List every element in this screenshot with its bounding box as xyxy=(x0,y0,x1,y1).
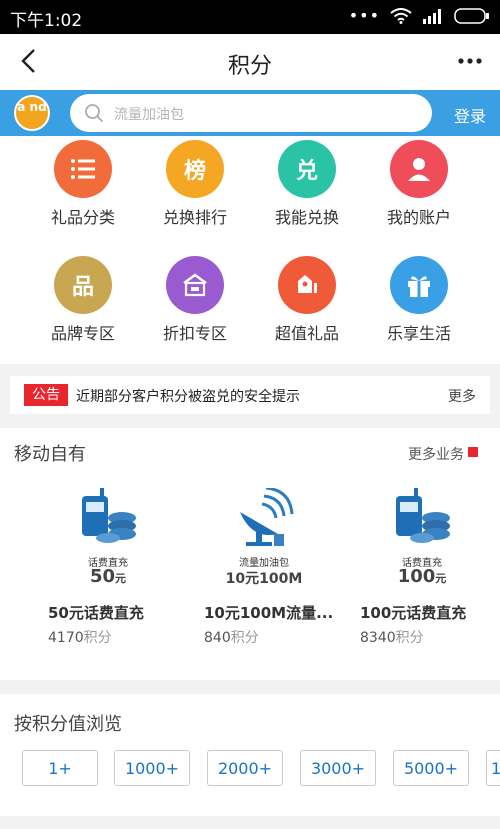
points-filter-button[interactable]: 1 xyxy=(486,750,500,786)
product-card[interactable]: 话费直充 100元 100元话费直充 8340积分 xyxy=(360,488,500,647)
section-title: 移动自有 xyxy=(14,444,86,465)
own-products-section: 移动自有 更多业务 话费直充 50元 50元话费直充 4170积分 流量加油包 … xyxy=(0,428,500,680)
phone-coins-icon xyxy=(396,488,450,543)
product-image-amount: 100元 xyxy=(397,566,447,587)
product-image[interactable]: 话费直充 50元 xyxy=(48,488,198,598)
product-card[interactable]: 话费直充 50元 50元话费直充 4170积分 xyxy=(48,488,198,647)
login-button[interactable]: 登录 xyxy=(454,103,486,127)
grid-item-gift-category[interactable]: 礼品分类 xyxy=(27,140,139,228)
browse-by-points-section: 按积分值浏览 1+ 1000+ 2000+ 3000+ 5000+ 1 xyxy=(0,694,500,829)
title-bar: 积分 xyxy=(0,34,500,90)
battery-icon xyxy=(454,8,489,24)
grid-item-enjoy-life[interactable]: 乐享生活 xyxy=(363,256,475,344)
product-image-amount: 50元 xyxy=(89,566,127,587)
brand-icon: 品 xyxy=(54,256,112,314)
more-menu-icon[interactable] xyxy=(456,46,484,76)
more-arrow-icon[interactable] xyxy=(468,447,478,457)
grid-item-can-redeem[interactable]: 兑 我能兑换 xyxy=(251,140,363,228)
status-icons: ••• xyxy=(349,8,490,24)
status-bar: 下午1:02 ••• xyxy=(0,0,500,34)
points-filter-button[interactable]: 3000+ xyxy=(300,750,376,786)
redeem-icon: 兑 xyxy=(278,140,336,198)
product-image[interactable]: 流量加油包 10元100M xyxy=(204,488,354,598)
grid-item-discount[interactable]: 折扣专区 xyxy=(139,256,251,344)
grid-label: 礼品分类 xyxy=(50,208,115,227)
user-icon xyxy=(390,140,448,198)
bottom-spacer xyxy=(0,816,500,829)
points-filter-button[interactable]: 5000+ xyxy=(393,750,469,786)
product-image-amount: 10元100M xyxy=(225,571,303,587)
search-icon xyxy=(85,104,104,123)
grid-item-value-gifts[interactable]: 超值礼品 xyxy=(251,256,363,344)
more-dots-icon: ••• xyxy=(348,6,380,25)
grid-label: 兑换排行 xyxy=(162,208,227,227)
gift-hand-icon xyxy=(278,256,336,314)
and-logo: a nd xyxy=(14,95,50,131)
gift-box-icon xyxy=(390,256,448,314)
product-points: 8340积分 xyxy=(360,630,424,646)
wifi-icon xyxy=(390,8,412,24)
product-name[interactable]: 100元话费直充 xyxy=(360,602,500,623)
grid-label: 我的账户 xyxy=(386,208,451,227)
product-image-caption: 流量加油包 xyxy=(239,558,289,569)
notice-more-link[interactable]: 更多 xyxy=(448,386,476,406)
grid-label: 折扣专区 xyxy=(162,324,227,343)
grid-label: 品牌专区 xyxy=(50,324,115,343)
grid-item-brand[interactable]: 品 品牌专区 xyxy=(27,256,139,344)
ranking-icon: 榜 xyxy=(166,140,224,198)
search-bar: a nd 流量加油包 登录 xyxy=(0,90,500,136)
product-card[interactable]: 流量加油包 10元100M 10元100M流量... 840积分 xyxy=(204,488,354,647)
list-icon xyxy=(54,140,112,198)
browse-title: 按积分值浏览 xyxy=(14,714,122,735)
satellite-dish-icon xyxy=(240,488,294,546)
points-filter-button[interactable]: 1+ xyxy=(22,750,98,786)
points-filter-button[interactable]: 1000+ xyxy=(114,750,190,786)
grid-item-ranking[interactable]: 榜 兑换排行 xyxy=(139,140,251,228)
product-points: 840积分 xyxy=(204,630,259,646)
product-image[interactable]: 话费直充 100元 xyxy=(360,488,500,598)
signal-icon xyxy=(423,9,441,24)
product-name[interactable]: 50元话费直充 xyxy=(48,602,198,623)
search-placeholder: 流量加油包 xyxy=(114,107,184,123)
notice-bar[interactable]: 公告 近期部分客户积分被盗兑的安全提示 更多 xyxy=(10,376,490,414)
product-name[interactable]: 10元100M流量... xyxy=(204,602,354,623)
points-filter-button[interactable]: 2000+ xyxy=(207,750,283,786)
page-title: 积分 xyxy=(227,54,272,79)
notice-badge: 公告 xyxy=(24,384,68,406)
category-grid: 礼品分类 榜 兑换排行 兑 我能兑换 我的账户 品 品牌专区 折扣专区 超值礼品… xyxy=(0,136,500,364)
grid-item-my-account[interactable]: 我的账户 xyxy=(363,140,475,228)
more-services-link[interactable]: 更多业务 xyxy=(408,444,464,464)
discount-icon xyxy=(166,256,224,314)
search-input[interactable]: 流量加油包 xyxy=(70,94,432,132)
grid-label: 我能兑换 xyxy=(274,208,339,227)
status-time: 下午1:02 xyxy=(10,11,83,31)
grid-label: 乐享生活 xyxy=(386,324,451,343)
grid-label: 超值礼品 xyxy=(274,324,339,343)
phone-coins-icon xyxy=(82,488,136,543)
product-points: 4170积分 xyxy=(48,630,112,646)
notice-text[interactable]: 近期部分客户积分被盗兑的安全提示 xyxy=(76,386,300,406)
